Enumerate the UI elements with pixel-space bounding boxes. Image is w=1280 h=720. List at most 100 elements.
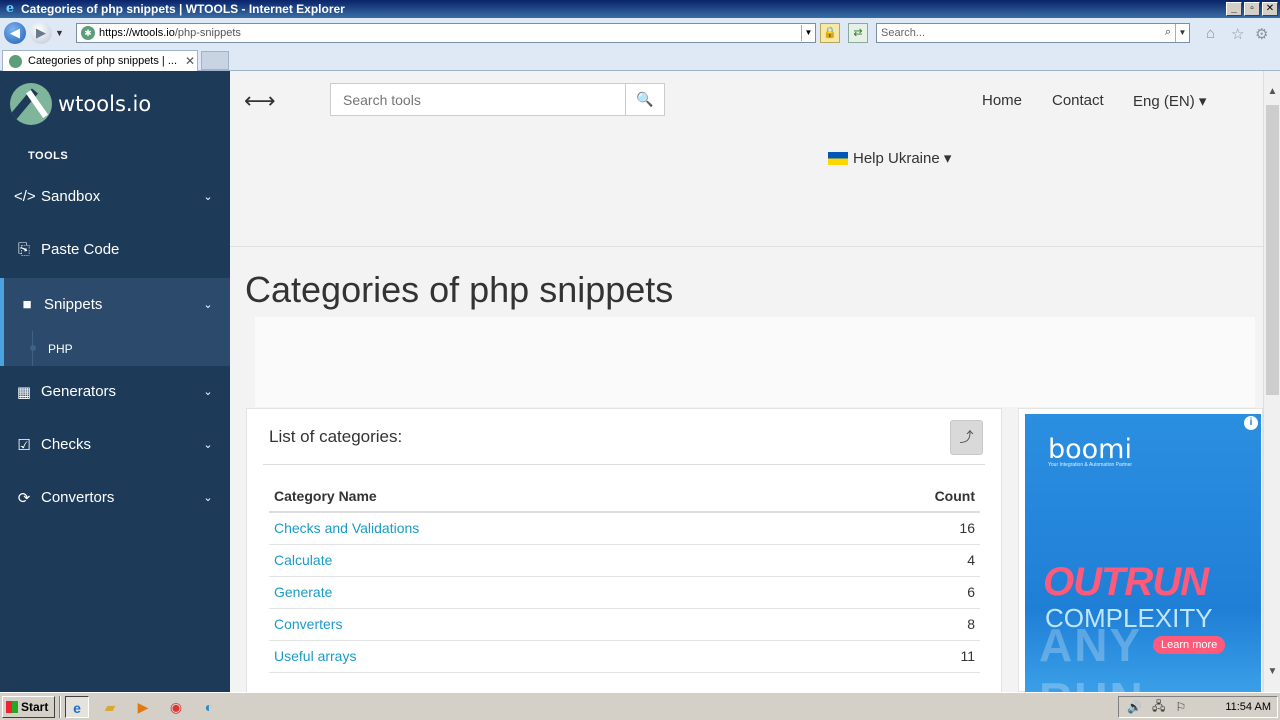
- categories-table: Category Name Count Checks and Validatio…: [269, 485, 980, 673]
- brand-name: wtools.io: [58, 92, 152, 116]
- language-dropdown[interactable]: Eng (EN) ▾: [1133, 92, 1206, 110]
- address-dropdown-icon[interactable]: ▼: [801, 25, 815, 41]
- category-link[interactable]: Calculate: [274, 552, 332, 568]
- category-count: 11: [805, 640, 980, 673]
- nav-link-home[interactable]: Home: [982, 92, 1022, 109]
- category-link[interactable]: Useful arrays: [274, 648, 356, 664]
- nav-link-contact[interactable]: Contact: [1052, 92, 1104, 109]
- chevron-down-icon: ⌄: [203, 386, 213, 398]
- sidebar-item-checks[interactable]: ☑ Checks ⌄: [0, 418, 230, 471]
- scrollbar-thumb[interactable]: [1266, 105, 1279, 395]
- windows-logo-icon: [6, 700, 18, 713]
- edge-icon[interactable]: ◐: [197, 696, 221, 718]
- window-title: Categories of php snippets | WTOOLS - In…: [21, 2, 345, 16]
- browser-search-box[interactable]: Search... ⌕ ▼: [876, 23, 1190, 43]
- card-title: List of categories:: [269, 427, 403, 446]
- code-icon: </>: [14, 188, 36, 205]
- sidebar-item-generators[interactable]: ▦ Generators ⌄: [0, 365, 230, 418]
- ad-creative[interactable]: i boomi Your Integration & Automation Pa…: [1025, 414, 1261, 692]
- checkbox-icon: ☑: [17, 436, 31, 454]
- help-ukraine-label: Help Ukraine ▾: [853, 150, 952, 167]
- scroll-down-icon[interactable]: ▼: [1264, 663, 1280, 680]
- chrome-icon[interactable]: ◉: [164, 696, 188, 718]
- home-icon[interactable]: ⌂: [1206, 25, 1215, 42]
- back-button[interactable]: ◀: [4, 22, 26, 44]
- ad-tagline: Your Integration & Automation Partner: [1048, 462, 1133, 468]
- history-dropdown-icon[interactable]: ▼: [55, 28, 64, 38]
- new-tab-button[interactable]: [201, 51, 229, 70]
- sidebar-item-label: Snippets: [44, 296, 103, 313]
- clock[interactable]: 11:54 AM: [1225, 701, 1271, 713]
- volume-icon[interactable]: 🔊: [1127, 700, 1142, 714]
- internet-explorer-taskbar-icon[interactable]: e: [65, 695, 89, 718]
- tab-close-icon[interactable]: ✕: [183, 54, 197, 68]
- search-button[interactable]: 🔍: [626, 83, 665, 116]
- ad-learn-more-button[interactable]: Learn more: [1153, 636, 1226, 654]
- page-viewport: wtools.io TOOLS </> Sandbox ⌄ ⎘ Paste Co…: [0, 71, 1263, 692]
- search-dropdown-icon[interactable]: ▼: [1175, 24, 1189, 42]
- category-count: 8: [805, 608, 980, 641]
- search-tools-input[interactable]: [330, 83, 626, 116]
- chevron-down-icon: ⌄: [203, 492, 213, 504]
- sidebar-item-label: Sandbox: [41, 188, 101, 205]
- favorites-star-icon[interactable]: ☆: [1231, 25, 1244, 43]
- page-scrollbar[interactable]: ▲ ▼: [1263, 71, 1280, 692]
- category-count: 4: [805, 544, 980, 577]
- tools-heading: TOOLS: [28, 150, 69, 162]
- compat-refresh-icon[interactable]: ⇄: [848, 23, 868, 43]
- categories-card: List of categories: ⤴ Category Name Coun…: [246, 408, 1002, 692]
- chevron-down-icon: ⌄: [203, 439, 213, 451]
- browser-tab-active[interactable]: Categories of php snippets | ... ✕: [2, 50, 198, 71]
- media-player-icon[interactable]: ▶: [131, 696, 155, 718]
- lock-icon[interactable]: 🔒: [820, 23, 840, 43]
- scroll-up-icon[interactable]: ▲: [1264, 83, 1280, 100]
- window-titlebar: e Categories of php snippets | WTOOLS - …: [0, 0, 1280, 18]
- column-header-category-name: Category Name: [269, 485, 806, 513]
- sidebar-item-label: Generators: [41, 383, 117, 400]
- side-advertisement[interactable]: i boomi Your Integration & Automation Pa…: [1018, 408, 1263, 692]
- refresh-icon: ⟳: [17, 489, 31, 507]
- browser-search-placeholder: Search...: [881, 27, 926, 39]
- network-icon[interactable]: 🖧: [1152, 697, 1165, 718]
- search-icon[interactable]: ⌕: [1165, 26, 1171, 39]
- divider: [263, 464, 985, 465]
- file-explorer-icon[interactable]: ▰: [98, 696, 122, 718]
- search-icon: 🔍: [636, 91, 654, 107]
- sidebar-toggle-icon[interactable]: ⟷: [244, 88, 276, 114]
- sidebar-item-label: Checks: [41, 436, 92, 453]
- sidebar-item-snippets[interactable]: ■ Snippets ⌄: [0, 278, 230, 331]
- sidebar-item-sandbox[interactable]: </> Sandbox ⌄: [0, 170, 230, 223]
- brand-logo[interactable]: wtools.io: [10, 83, 151, 125]
- category-link[interactable]: Generate: [274, 584, 332, 600]
- restore-button[interactable]: ▫: [1244, 2, 1260, 16]
- site-favicon-icon: ✱: [81, 26, 95, 40]
- ad-info-icon[interactable]: i: [1244, 416, 1258, 430]
- sidebar-item-label: Convertors: [41, 489, 115, 506]
- category-link[interactable]: Checks and Validations: [274, 520, 419, 536]
- gear-icon[interactable]: ⚙: [1255, 25, 1268, 43]
- anyrun-watermark: ANY RUN: [1039, 619, 1143, 692]
- help-ukraine-dropdown[interactable]: Help Ukraine ▾: [828, 149, 951, 167]
- table-row: Checks and Validations 16: [269, 512, 980, 545]
- category-link[interactable]: Converters: [274, 616, 342, 632]
- table-row: Calculate 4: [269, 544, 980, 577]
- taskbar-separator: [59, 695, 61, 718]
- table-row: Generate 6: [269, 576, 980, 609]
- sidebar-item-paste-code[interactable]: ⎘ Paste Code: [0, 223, 230, 276]
- start-button[interactable]: Start: [2, 695, 55, 718]
- table-row: Converters 8: [269, 608, 980, 641]
- minimize-button[interactable]: _: [1226, 2, 1242, 16]
- internet-explorer-icon: e: [5, 1, 15, 16]
- ad-brand: boomi: [1048, 434, 1132, 465]
- windows-taskbar: Start e ▰ ▶ ◉ ◐ 🔊 🖧 ⚐ 11:54 AM: [0, 692, 1280, 720]
- close-window-button[interactable]: ✕: [1262, 2, 1278, 16]
- address-bar[interactable]: ✱ https://wtools.io/php-snippets ▼: [76, 23, 816, 43]
- sidebar-subitem-php[interactable]: PHP: [0, 331, 230, 366]
- url-host: https://wtools.io: [99, 27, 175, 39]
- flag-icon[interactable]: ⚐: [1175, 700, 1186, 714]
- forward-button[interactable]: ▶: [30, 22, 52, 44]
- sidebar-item-convertors[interactable]: ⟳ Convertors ⌄: [0, 471, 230, 524]
- category-count: 6: [805, 576, 980, 609]
- ukraine-flag-icon: [828, 151, 848, 165]
- share-button[interactable]: ⤴: [950, 420, 983, 455]
